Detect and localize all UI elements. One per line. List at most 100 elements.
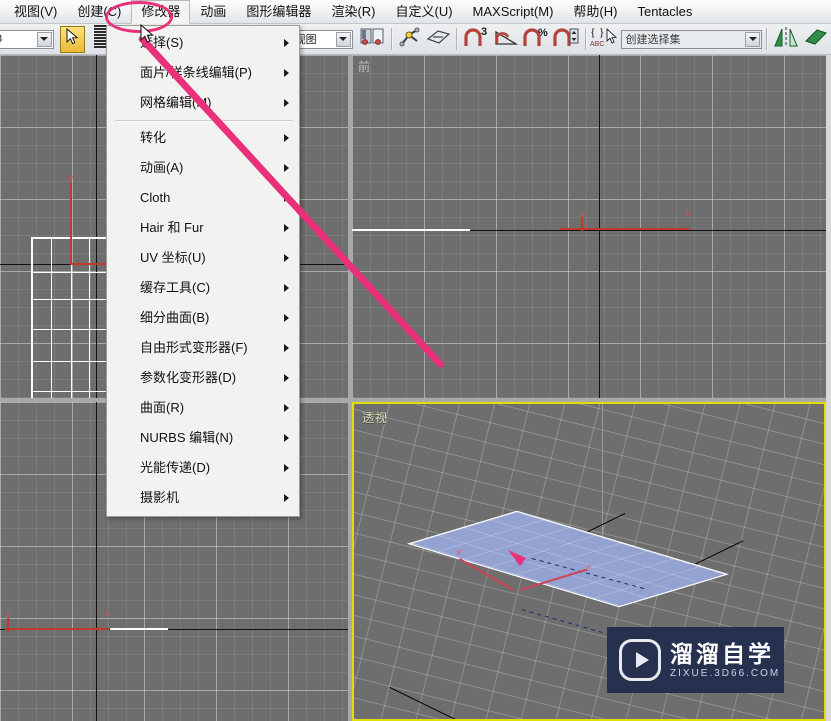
watermark-text: 溜溜自学 ZIXUE.3D66.COM: [670, 641, 780, 680]
menu-option-subdivision-surfaces[interactable]: 细分曲面(B): [107, 303, 299, 333]
menu-item-rendering[interactable]: 渲染(R): [321, 0, 385, 24]
bind-to-space-warp-button[interactable]: [424, 26, 452, 53]
submenu-arrow-icon: [284, 434, 289, 442]
annotation-highlight-ellipse: [105, 1, 173, 33]
mouse-cursor-icon: [140, 23, 156, 51]
axis-vertical: [96, 402, 97, 721]
named-selection-icon: { } ABC: [590, 25, 618, 54]
pivot-y-label: y: [457, 546, 462, 556]
svg-text:3: 3: [481, 26, 487, 38]
menu-option-cameras[interactable]: 摄影机: [107, 483, 299, 513]
watermark: 溜溜自学 ZIXUE.3D66.COM: [607, 627, 784, 693]
submenu-arrow-icon: [284, 344, 289, 352]
menu-item-customize[interactable]: 自定义(U): [385, 0, 462, 24]
menu-item-maxscript[interactable]: MAXScript(M): [463, 0, 564, 24]
spinner-snap-icon: [552, 26, 580, 53]
selected-object-edge[interactable]: [352, 229, 470, 231]
menu-option-cloth[interactable]: Cloth: [107, 183, 299, 213]
menu-option-hair-and-fur[interactable]: Hair 和 Fur: [107, 213, 299, 243]
select-object-button[interactable]: [59, 25, 86, 53]
bind-space-warp-icon: [425, 27, 451, 52]
toolbar-separator: [455, 28, 457, 50]
named-selection-set-combo[interactable]: 创建选择集: [621, 29, 763, 49]
menu-option-label: 曲面(R): [140, 400, 185, 415]
right-panel-strip: [826, 55, 831, 721]
menu-item-animation[interactable]: 动画: [190, 0, 236, 24]
application-window: 视图(V) 创建(C) 修改器 动画 图形编辑器 渲染(R) 自定义(U) MA…: [0, 0, 831, 721]
menu-option-nurbs-editing[interactable]: NURBS 编辑(N): [107, 423, 299, 453]
menu-option-label: UV 坐标(U): [140, 250, 206, 265]
gizmo-y-label: y: [580, 208, 585, 218]
menu-separator: [115, 120, 293, 121]
submenu-arrow-icon: [284, 134, 289, 142]
menu-option-label: 面片/样条线编辑(P): [140, 65, 252, 80]
percent-snap-button[interactable]: %: [521, 26, 551, 53]
menu-option-label: 转化: [140, 130, 167, 145]
viewport-perspective-label: 透视: [362, 411, 389, 425]
submenu-arrow-icon: [284, 39, 289, 47]
menu-option-label: Hair 和 Fur: [140, 220, 204, 235]
menu-option-label: 缓存工具(C): [140, 280, 211, 295]
snap-3d-button[interactable]: 3: [461, 26, 491, 53]
reference-coordinate-combo[interactable]: 3: [0, 29, 54, 49]
menu-option-label: 动画(A): [140, 160, 184, 175]
submenu-arrow-icon: [284, 314, 289, 322]
submenu-arrow-icon: [284, 224, 289, 232]
angle-snap-button[interactable]: [491, 26, 521, 53]
menu-option-label: Cloth: [140, 190, 171, 205]
named-selection-sets-button[interactable]: { } ABC: [590, 25, 620, 54]
menu-option-cache-tools[interactable]: 缓存工具(C): [107, 273, 299, 303]
menu-option-parametric-deformers[interactable]: 参数化变形器(D): [107, 363, 299, 393]
axis-vertical: [599, 55, 600, 398]
select-arrow-icon: [65, 27, 80, 50]
select-link-button[interactable]: [396, 26, 424, 53]
chevron-down-icon[interactable]: [335, 31, 351, 47]
submenu-arrow-icon: [284, 254, 289, 262]
mirror-button[interactable]: [771, 26, 801, 53]
svg-text:%: %: [538, 27, 548, 39]
gizmo-y-label: y: [69, 172, 74, 182]
angle-snap-icon: [492, 26, 520, 53]
submenu-arrow-icon: [284, 494, 289, 502]
menu-option-label: 摄影机: [140, 490, 180, 505]
menu-option-conversion[interactable]: 转化: [107, 123, 299, 153]
pivot-x-label: x: [586, 562, 591, 572]
menu-option-uv-coordinates[interactable]: UV 坐标(U): [107, 243, 299, 273]
menu-option-label: NURBS 编辑(N): [140, 430, 234, 445]
svg-text:{ }: { }: [590, 25, 605, 39]
render-setup-icon: [360, 27, 386, 52]
submenu-arrow-icon: [284, 404, 289, 412]
menu-item-tentacles[interactable]: Tentacles: [627, 0, 702, 24]
toolbar-separator: [584, 28, 586, 50]
menu-option-patch-spline-editing[interactable]: 面片/样条线编辑(P): [107, 58, 299, 88]
menu-item-graph-editors[interactable]: 图形编辑器: [236, 0, 321, 24]
menu-item-help[interactable]: 帮助(H): [563, 0, 627, 24]
mirror-icon: [773, 26, 799, 53]
reference-coordinate-value: 3: [0, 33, 36, 45]
align-icon: [803, 26, 829, 53]
menu-option-surface[interactable]: 曲面(R): [107, 393, 299, 423]
play-button-icon: [619, 639, 661, 681]
menu-option-label: 细分曲面(B): [140, 310, 210, 325]
toolbar-separator: [766, 28, 768, 50]
chevron-down-icon[interactable]: [745, 31, 761, 47]
modifiers-dropdown-menu[interactable]: 选择(S) 面片/样条线编辑(P) 网格编辑(M) 转化 动画(A) Cloth…: [106, 25, 300, 517]
menu-option-radiosity[interactable]: 光能传递(D): [107, 453, 299, 483]
chevron-down-icon[interactable]: [36, 31, 52, 47]
menu-option-free-form-deformers[interactable]: 自由形式变形器(F): [107, 333, 299, 363]
menu-option-label: 光能传递(D): [140, 460, 211, 475]
submenu-arrow-icon: [284, 374, 289, 382]
submenu-arrow-icon: [284, 164, 289, 172]
snap-3d-icon: 3: [462, 26, 490, 53]
spinner-snap-button[interactable]: [551, 26, 581, 53]
viewport-front-label: 前: [358, 60, 372, 74]
gizmo-y-label: y: [6, 608, 11, 618]
watermark-url: ZIXUE.3D66.COM: [670, 667, 781, 679]
toolbar-separator: [390, 28, 392, 50]
menu-item-view[interactable]: 视图(V): [4, 0, 67, 24]
selected-object-edge[interactable]: [110, 628, 168, 630]
align-button[interactable]: [801, 26, 831, 53]
submenu-arrow-icon: [284, 69, 289, 77]
svg-text:ABC: ABC: [590, 41, 604, 48]
render-setup-button[interactable]: [359, 26, 387, 53]
